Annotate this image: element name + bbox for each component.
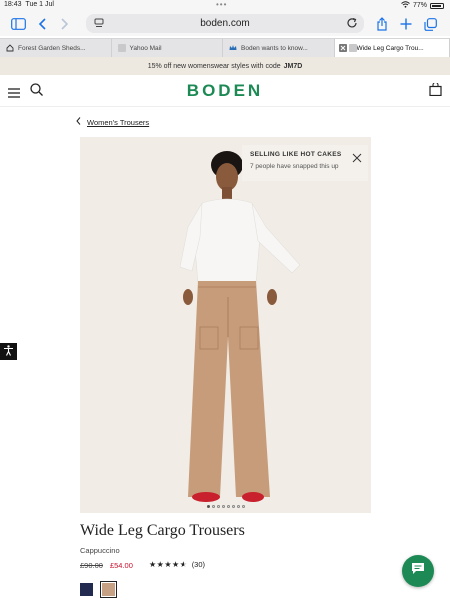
wifi-icon	[401, 1, 410, 10]
review-count: (30)	[191, 560, 206, 569]
browser-toolbar: boden.com	[0, 12, 450, 36]
blank-page-icon	[117, 44, 126, 52]
pager-dot[interactable]	[222, 505, 225, 508]
product-title: Wide Leg Cargo Trousers	[80, 522, 245, 539]
tab-yahoo-mail[interactable]: Yahoo Mail	[112, 39, 223, 58]
original-price: £90.00	[80, 561, 103, 570]
sidebar-icon[interactable]	[10, 16, 26, 32]
breadcrumb: Women's Trousers	[76, 117, 149, 127]
pager-dot[interactable]	[212, 505, 215, 508]
battery-percent: 77%	[412, 2, 427, 9]
share-icon[interactable]	[374, 16, 390, 32]
status-time: 18:43 Tue 1 Jul	[4, 1, 54, 8]
shopping-bag-icon[interactable]	[429, 81, 442, 97]
close-icon[interactable]	[352, 150, 362, 163]
swatch-cappuccino[interactable]	[100, 581, 117, 598]
accessibility-button[interactable]	[0, 343, 17, 360]
chat-button[interactable]	[402, 555, 434, 587]
pager-dot[interactable]	[242, 505, 245, 508]
address-bar[interactable]: boden.com	[86, 14, 364, 33]
product-image[interactable]	[80, 137, 371, 513]
sale-price: £54.00	[109, 561, 133, 570]
close-tab-icon[interactable]	[338, 44, 347, 52]
chevron-left-icon[interactable]	[76, 117, 81, 127]
pager-dot[interactable]	[207, 505, 210, 508]
product-rating[interactable]: ★★★★★★ (30)	[149, 560, 205, 569]
popup-message: 7 people have snapped this up	[250, 163, 339, 170]
tab-overview-icon[interactable]	[422, 16, 438, 32]
blank-page-icon	[348, 44, 357, 52]
back-icon[interactable]	[35, 16, 51, 32]
model-illustration	[179, 151, 301, 502]
tab-boden-survey[interactable]: Boden wants to know...	[223, 39, 335, 58]
url-text: boden.com	[200, 18, 250, 29]
new-tab-icon[interactable]	[398, 16, 414, 32]
accessibility-icon	[3, 343, 14, 361]
promo-code: JM7D	[283, 62, 303, 70]
crown-icon	[229, 44, 237, 52]
site-header: BODEN	[0, 75, 450, 107]
forward-icon[interactable]	[56, 16, 72, 32]
pager-dot[interactable]	[237, 505, 240, 508]
social-proof-popup: SELLING LIKE HOT CAKES 7 people have sna…	[242, 145, 368, 181]
tab-bar: Forest Garden Sheds... Yahoo Mail Boden …	[0, 38, 450, 58]
tab-forest-garden[interactable]: Forest Garden Sheds...	[0, 39, 112, 58]
promo-banner[interactable]: 15% off new womenswear styles with code …	[0, 57, 450, 75]
house-icon	[6, 44, 14, 52]
page-settings-icon[interactable]	[94, 18, 104, 28]
popup-title: SELLING LIKE HOT CAKES	[250, 151, 342, 158]
color-swatches	[80, 581, 117, 598]
tab-wide-leg-cargo[interactable]: Wide Leg Cargo Trou...	[334, 39, 450, 58]
reload-icon[interactable]	[346, 17, 358, 29]
tab-label: Yahoo Mail	[129, 45, 162, 52]
breadcrumb-link[interactable]: Women's Trousers	[87, 118, 149, 127]
tab-label: Boden wants to know...	[241, 45, 308, 52]
tab-label: Forest Garden Sheds...	[18, 45, 86, 52]
product-color: Cappuccino	[80, 546, 120, 555]
battery-icon	[430, 2, 444, 9]
pager-dot[interactable]	[217, 505, 220, 508]
boden-logo[interactable]: BODEN	[0, 81, 450, 101]
swatch-navy[interactable]	[80, 583, 93, 596]
tab-label: Wide Leg Cargo Trou...	[356, 45, 424, 52]
image-pager[interactable]	[207, 505, 245, 508]
price-block: £90.00 £54.00	[80, 561, 133, 570]
status-bar: 18:43 Tue 1 Jul ••• 77%	[0, 0, 450, 12]
multitask-dots[interactable]: •••	[216, 0, 227, 9]
chat-icon	[411, 562, 425, 580]
promo-text: 15% off new womenswear styles with code	[147, 62, 281, 70]
star-rating-icon: ★★★★★★	[149, 560, 187, 569]
pager-dot[interactable]	[232, 505, 235, 508]
pager-dot[interactable]	[227, 505, 230, 508]
